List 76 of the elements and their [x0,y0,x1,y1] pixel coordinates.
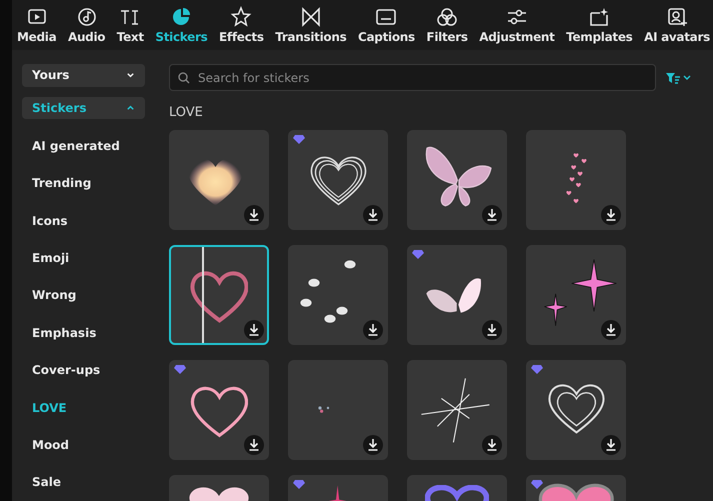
gem-icon [293,135,305,144]
section-title: LOVE [169,105,204,120]
caption-icon [375,6,398,28]
download-icon[interactable] [601,205,621,225]
category-dropdown[interactable]: Yours [22,64,145,87]
sticker-tile[interactable] [526,130,626,230]
circles-icon [436,6,458,28]
sticker-tile[interactable] [288,360,388,460]
butterfly-sticker [424,276,484,315]
category-item[interactable]: Icons [22,202,68,240]
download-icon[interactable] [244,435,264,455]
heart-sticker [308,154,368,206]
chevron-icon [126,70,135,80]
gem-icon [174,365,186,374]
heart-sticker [190,386,248,438]
toolbar-tab[interactable]: Text [114,0,147,50]
category-item[interactable]: AI generated [22,127,120,164]
sticker-tile[interactable] [526,245,626,345]
gem-icon [293,480,305,489]
download-icon[interactable] [363,205,383,225]
sticker-tile[interactable] [407,245,507,345]
sticker-icon [170,6,192,28]
chevron-icon [126,103,135,112]
filter-icon[interactable] [666,72,692,84]
heart-sticker [546,382,606,435]
sticker-tile[interactable] [288,245,388,345]
butterflies-sticker [298,258,358,326]
category-item[interactable]: Sale [22,464,61,501]
category-item[interactable]: Mood [22,426,70,464]
toolbar-tab[interactable]: AI avatars [641,0,713,50]
category-item[interactable]: Wrong [22,276,76,314]
heart-sticker [190,271,248,323]
toolbar-tab[interactable]: Templates [563,0,636,50]
music-note-icon [76,6,98,28]
category-item[interactable]: Trending [22,164,92,202]
specks-sticker [316,404,332,416]
toolbar-tab[interactable]: Filters [423,0,471,50]
sticker-tile[interactable] [288,130,388,230]
download-icon[interactable] [482,205,502,225]
gem-icon [531,365,543,374]
search-field[interactable]: Search for stickers [169,64,656,91]
download-icon[interactable] [363,435,383,455]
sticker-tile[interactable] [169,245,269,345]
bowtie-icon [300,6,322,28]
sticker-tile[interactable] [407,130,507,230]
sticker-tile[interactable] [407,360,507,460]
toolbar-tab[interactable]: Adjustment [476,0,558,50]
category-item[interactable]: Emoji [22,239,70,277]
toolbar-tab[interactable]: Audio [64,0,108,50]
toolbar-tab[interactable]: Transitions [272,0,350,50]
category-item[interactable]: LOVE [22,388,67,426]
gem-icon [412,250,424,259]
butterfly-sticker [424,144,493,208]
download-icon[interactable] [482,320,502,340]
hearts-sticker [564,151,588,206]
category-item[interactable]: Emphasis [22,314,96,352]
download-icon[interactable] [482,435,502,455]
star-icon [230,6,252,28]
category-dropdown[interactable]: Stickers [22,96,145,120]
gem-icon [531,480,543,489]
download-icon[interactable] [601,435,621,455]
download-icon[interactable] [244,320,264,340]
sticker-tile[interactable] [526,360,626,460]
download-icon[interactable] [363,320,383,340]
sticker-tile[interactable] [169,360,269,460]
template-icon [588,6,610,28]
toolbar-tab[interactable]: Media [14,0,60,50]
download-icon[interactable] [601,320,621,340]
avatar-icon [666,6,688,28]
toolbar-tab[interactable]: Effects [216,0,267,50]
sticker-tile[interactable] [169,130,269,230]
search-icon [178,72,190,84]
category-item[interactable]: Cover-ups [22,351,100,389]
download-icon[interactable] [244,205,264,225]
toolbar-tab[interactable]: Stickers [152,0,210,50]
toolbar-tab[interactable]: Captions [354,0,418,50]
